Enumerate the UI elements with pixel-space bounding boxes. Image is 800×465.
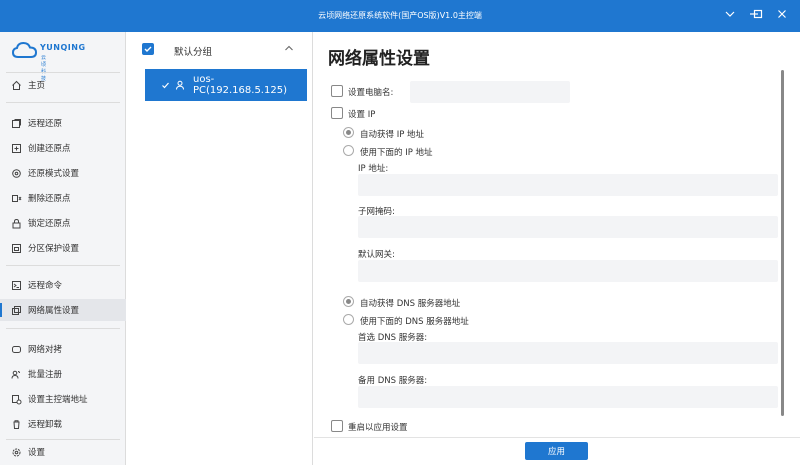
sidebar-item-delete-point[interactable]: 删除还原点 bbox=[0, 187, 126, 209]
menu-icon[interactable] bbox=[722, 8, 738, 24]
sidebar-item-label: 远程命令 bbox=[28, 281, 63, 291]
divider bbox=[6, 102, 120, 103]
sidebar-item-label: 批量注册 bbox=[28, 370, 63, 380]
dns-secondary-input[interactable] bbox=[358, 386, 778, 408]
sidebar-item-batch-register[interactable]: 批量注册 bbox=[0, 363, 126, 385]
sidebar-item-label: 删除还原点 bbox=[28, 194, 71, 204]
sidebar-item-label: 设置 bbox=[28, 448, 46, 458]
dns-auto-radio[interactable] bbox=[343, 296, 354, 307]
sidebar-item-label: 创建还原点 bbox=[28, 144, 71, 154]
sidebar-item-create-point[interactable]: 创建还原点 bbox=[0, 137, 126, 159]
cloud-logo-icon bbox=[11, 41, 38, 58]
network-copy-icon bbox=[10, 343, 22, 355]
mode-settings-icon bbox=[10, 167, 22, 179]
batch-register-icon bbox=[10, 368, 22, 380]
divider bbox=[314, 437, 800, 438]
sidebar: YUNQING 云 顷 科 技 主页 远程还原 创建还原点 还原模式设置 删除还… bbox=[0, 32, 126, 465]
home-icon bbox=[10, 79, 22, 91]
sidebar-item-mode-settings[interactable]: 还原模式设置 bbox=[0, 162, 126, 184]
server-address-icon bbox=[10, 393, 22, 405]
ip-manual-label: 使用下面的 IP 地址 bbox=[360, 148, 433, 158]
uninstall-icon bbox=[10, 418, 22, 430]
window-title: 云顷网络还原系统软件(国产OS版)V1.0主控端 bbox=[318, 11, 482, 20]
device-group-panel: 默认分组 uos-PC(192.168.5.125) bbox=[127, 32, 313, 465]
set-name-label: 设置电脑名: bbox=[348, 88, 394, 98]
page-title: 网络属性设置 bbox=[328, 49, 430, 69]
restart-label: 重启以应用设置 bbox=[348, 423, 408, 433]
sidebar-item-partition[interactable]: 分区保护设置 bbox=[0, 237, 126, 259]
sidebar-item-label: 锁定还原点 bbox=[28, 219, 71, 229]
scrollbar[interactable] bbox=[781, 70, 784, 416]
sidebar-item-remote-restore[interactable]: 远程还原 bbox=[0, 112, 126, 134]
set-name-checkbox[interactable] bbox=[331, 85, 343, 97]
dns-manual-label: 使用下面的 DNS 服务器地址 bbox=[360, 317, 469, 327]
sidebar-item-lock-point[interactable]: 锁定还原点 bbox=[0, 212, 126, 234]
title-bar: 云顷网络还原系统软件(国产OS版)V1.0主控端 bbox=[0, 0, 800, 32]
sidebar-item-settings[interactable]: 设置 bbox=[0, 441, 126, 463]
sidebar-item-label: 远程还原 bbox=[28, 119, 63, 129]
computer-name-input[interactable] bbox=[410, 81, 570, 103]
create-point-icon bbox=[10, 142, 22, 154]
network-settings-icon bbox=[10, 304, 22, 316]
group-name: 默认分组 bbox=[174, 47, 213, 58]
set-ip-label: 设置 IP bbox=[348, 110, 376, 120]
group-checkbox[interactable] bbox=[142, 43, 154, 55]
apply-button[interactable]: 应用 bbox=[525, 442, 588, 460]
gateway-input[interactable] bbox=[358, 260, 778, 282]
close-icon[interactable] bbox=[774, 8, 790, 24]
sidebar-item-label: 网络属性设置 bbox=[28, 306, 80, 316]
sidebar-item-label: 网络对拷 bbox=[28, 345, 63, 355]
device-name: uos-PC(192.168.5.125) bbox=[193, 74, 287, 96]
ip-manual-radio[interactable] bbox=[343, 145, 354, 156]
logo-name: YUNQING bbox=[40, 43, 86, 52]
settings-icon bbox=[10, 446, 22, 458]
sidebar-item-label: 远程卸载 bbox=[28, 420, 63, 430]
restart-checkbox[interactable] bbox=[331, 420, 343, 432]
chevron-up-icon[interactable] bbox=[283, 42, 295, 57]
restore-icon bbox=[10, 117, 22, 129]
ip-auto-radio[interactable] bbox=[343, 127, 354, 138]
maximize-button[interactable] bbox=[750, 8, 766, 24]
sidebar-item-label: 还原模式设置 bbox=[28, 169, 80, 179]
divider bbox=[6, 328, 120, 329]
partition-icon bbox=[10, 242, 22, 254]
ip-address-label: IP 地址: bbox=[358, 164, 389, 174]
divider bbox=[6, 439, 120, 440]
network-settings-panel: 网络属性设置 设置电脑名: 设置 IP 自动获得 IP 地址 使用下面的 IP … bbox=[314, 32, 800, 465]
ip-auto-label: 自动获得 IP 地址 bbox=[360, 130, 425, 140]
set-ip-checkbox[interactable] bbox=[331, 107, 343, 119]
dns-auto-label: 自动获得 DNS 服务器地址 bbox=[360, 299, 461, 309]
sidebar-item-remote-command[interactable]: 远程命令 bbox=[0, 274, 126, 296]
sidebar-item-network-settings[interactable]: 网络属性设置 bbox=[0, 299, 126, 321]
dns-secondary-label: 备用 DNS 服务器: bbox=[358, 376, 428, 386]
divider bbox=[6, 72, 120, 73]
subnet-mask-input[interactable] bbox=[358, 216, 778, 238]
dns-primary-input[interactable] bbox=[358, 342, 778, 364]
divider bbox=[6, 265, 120, 266]
sidebar-item-uninstall[interactable]: 远程卸载 bbox=[0, 413, 126, 435]
delete-point-icon bbox=[10, 192, 22, 204]
checkmark-icon bbox=[161, 81, 170, 90]
gateway-label: 默认网关: bbox=[358, 250, 395, 260]
logo: YUNQING 云 顷 科 技 bbox=[11, 40, 85, 82]
ip-address-input[interactable] bbox=[358, 174, 778, 196]
lock-icon bbox=[10, 217, 22, 229]
user-icon bbox=[175, 80, 185, 90]
sidebar-item-label: 分区保护设置 bbox=[28, 244, 80, 254]
sidebar-item-label: 主页 bbox=[28, 81, 46, 91]
sidebar-item-home[interactable]: 主页 bbox=[0, 74, 126, 96]
sidebar-item-network-copy[interactable]: 网络对拷 bbox=[0, 338, 126, 360]
group-header[interactable]: 默认分组 bbox=[127, 32, 313, 66]
terminal-icon bbox=[10, 279, 22, 291]
sidebar-item-server-address[interactable]: 设置主控端地址 bbox=[0, 388, 126, 410]
device-row[interactable]: uos-PC(192.168.5.125) bbox=[145, 69, 307, 101]
dns-manual-radio[interactable] bbox=[343, 314, 354, 325]
sidebar-item-label: 设置主控端地址 bbox=[28, 395, 88, 405]
